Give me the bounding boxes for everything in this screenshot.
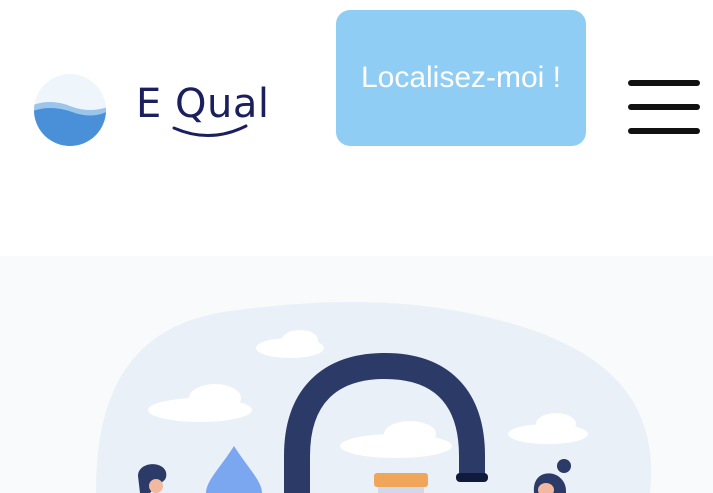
brand-logo[interactable]: E Qual [30,70,269,150]
site-header: E Qual Localisez-moi ! [0,0,713,256]
faucet-valve [374,473,428,487]
water-faucet-illustration [96,301,652,493]
logo-smile-swoosh [172,124,248,138]
menu-bar [628,104,700,110]
faucet-spout [456,473,488,482]
hamburger-menu-icon[interactable] [626,80,702,136]
person-left-figure [138,464,167,493]
water-logo-icon [34,74,106,146]
locate-me-button[interactable]: Localisez-moi ! [336,10,586,146]
hero-section [0,256,713,493]
menu-bar [628,80,700,86]
menu-bar [628,128,700,134]
logo-text: E Qual [136,81,270,127]
